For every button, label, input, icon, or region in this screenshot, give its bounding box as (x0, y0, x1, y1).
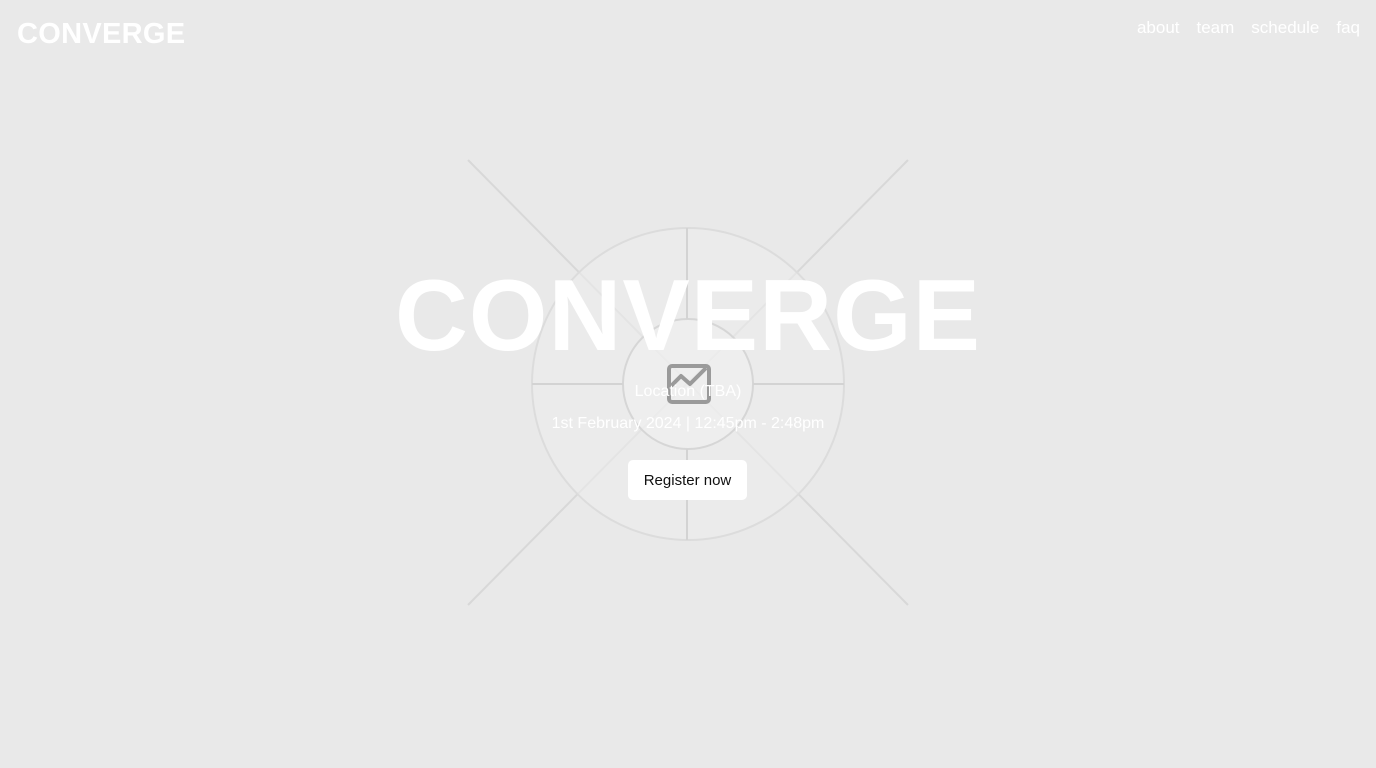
main-nav: about team schedule faq (1137, 17, 1360, 39)
page: CONVERGE about team schedule faq CONVERG… (0, 0, 1376, 768)
hero-title: CONVERGE (394, 260, 982, 372)
event-datetime: 1st February 2024 | 12:45pm - 2:48pm (551, 415, 825, 432)
register-button[interactable]: Register now (628, 460, 747, 500)
nav-link-faq[interactable]: faq (1336, 17, 1360, 39)
event-location: Location (TBA) (634, 383, 742, 400)
nav-link-about[interactable]: about (1137, 17, 1180, 39)
nav-link-team[interactable]: team (1197, 17, 1235, 39)
logo-link[interactable]: CONVERGE (17, 15, 185, 53)
site-header: CONVERGE about team schedule faq (0, 0, 1376, 70)
nav-link-schedule[interactable]: schedule (1251, 17, 1319, 39)
